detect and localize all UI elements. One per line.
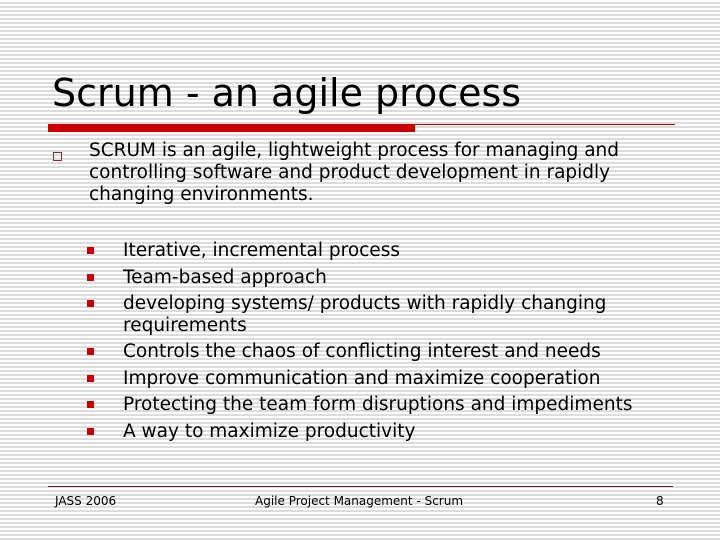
filled-square-bullet-icon	[87, 247, 94, 254]
filled-square-bullet-icon	[87, 427, 94, 435]
filled-square-bullet-icon	[87, 348, 94, 355]
sub-bullet-text: Protecting the team form disruptions and…	[123, 394, 633, 415]
page-number: 8	[656, 494, 664, 508]
filled-square-bullet-icon	[87, 273, 94, 281]
main-bullet-text: SCRUM is an agile, lightweight process f…	[89, 140, 620, 205]
sub-bullet-item: Team-based approach	[87, 267, 647, 289]
hollow-square-bullet-icon	[53, 152, 62, 161]
title-underline-thick	[48, 124, 415, 132]
sub-bullet-item: A way to maximize productivity	[87, 421, 647, 443]
filled-square-bullet-icon	[87, 374, 94, 382]
footer-divider	[48, 486, 673, 487]
filled-square-bullet-icon	[87, 401, 94, 408]
sub-bullet-text: Controls the chaos of conflicting intere…	[123, 341, 601, 362]
footer-left-text: JASS 2006	[55, 494, 117, 508]
sub-bullet-item: Protecting the team form disruptions and…	[87, 394, 647, 416]
sub-bullet-item: Iterative, incremental process	[87, 240, 647, 262]
sub-bullet-item: developing systems/ products with rapidl…	[87, 293, 647, 336]
footer-center-text: Agile Project Management - Scrum	[255, 494, 464, 508]
sub-bullet-text: A way to maximize productivity	[123, 420, 416, 442]
title-underline-thin	[415, 124, 675, 125]
sub-bullet-item: Controls the chaos of conflicting intere…	[87, 341, 647, 363]
slide-title: Scrum - an agile process	[52, 71, 522, 115]
sub-bullet-text: Improve communication and maximize coope…	[123, 367, 601, 389]
sub-bullet-text: Team-based approach	[123, 266, 327, 288]
sub-bullet-list: Iterative, incremental process Team-base…	[87, 240, 647, 447]
sub-bullet-item: Improve communication and maximize coope…	[87, 368, 647, 390]
sub-bullet-text: developing systems/ products with rapidl…	[123, 293, 607, 336]
sub-bullet-text: Iterative, incremental process	[123, 240, 400, 261]
filled-square-bullet-icon	[87, 300, 94, 307]
